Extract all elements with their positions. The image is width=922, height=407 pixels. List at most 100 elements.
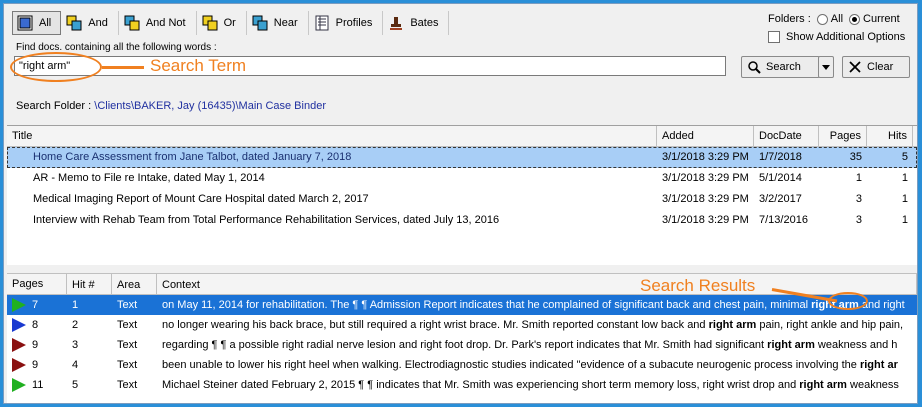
col-title[interactable]: Title: [7, 126, 657, 146]
context-pre: on May 11, 2014 for rehabilitation. The …: [162, 299, 812, 311]
search-window: All And And Not Or Near Profiles Bates F…: [3, 3, 918, 404]
context-term: right arm: [708, 319, 757, 331]
result-hit: 4: [72, 359, 79, 371]
profiles-icon: [315, 15, 329, 31]
clear-button-label: Clear: [867, 61, 894, 73]
or-button[interactable]: Or: [196, 11, 247, 35]
result-area: Text: [117, 359, 138, 371]
list-item[interactable]: 7 1 Text on May 11, 2014 for rehabilitat…: [7, 295, 917, 315]
context-pre: no longer wearing his back brace, but st…: [162, 319, 709, 331]
near-button[interactable]: Near: [246, 11, 309, 35]
or-label: Or: [223, 17, 236, 29]
all-icon: [17, 15, 33, 31]
documents-grid: Title Added DocDate Pages Hits Home Care…: [7, 125, 917, 265]
search-term-annotation: Search Term: [150, 56, 247, 75]
doc-pages: 3: [855, 214, 862, 226]
context-pre: regarding ¶ ¶ a possible right radial ne…: [162, 339, 768, 351]
result-area: Text: [117, 339, 138, 351]
doc-date: 3/2/2017: [759, 193, 802, 205]
all-button[interactable]: All: [12, 11, 62, 35]
close-icon: [849, 61, 861, 73]
context-pre: been unable to lower his right heel when…: [162, 359, 860, 371]
table-row[interactable]: Home Care Assessment from Jane Talbot, d…: [7, 147, 917, 168]
search-button[interactable]: Search: [741, 56, 820, 78]
doc-pages: 3: [855, 193, 862, 205]
col-hits[interactable]: Hits: [867, 126, 913, 146]
doc-pages: 1: [855, 172, 862, 184]
result-context: Michael Steiner dated February 2, 2015 ¶…: [157, 379, 917, 391]
result-area: Text: [117, 299, 138, 311]
hit-marker-icon: [12, 378, 26, 392]
col-added[interactable]: Added: [657, 126, 754, 146]
profiles-button[interactable]: Profiles: [308, 11, 384, 35]
result-page: 9: [32, 359, 39, 371]
folders-all-radio[interactable]: [816, 13, 828, 25]
folders-option-group: Folders : All Current: [768, 13, 900, 25]
doc-hits: 1: [901, 172, 908, 184]
bates-button[interactable]: Bates: [383, 11, 450, 35]
and-button[interactable]: And: [61, 11, 119, 35]
search-results-annotation: Search Results: [640, 276, 756, 295]
hit-marker-icon: [12, 298, 26, 312]
doc-hits: 1: [901, 193, 908, 205]
context-pre: Michael Steiner dated February 2, 2015 ¶…: [162, 379, 800, 391]
bates-label: Bates: [410, 17, 439, 29]
list-item[interactable]: 11 5 Text Michael Steiner dated February…: [7, 375, 917, 395]
additional-options-toggle[interactable]: Show Additional Options: [768, 31, 905, 43]
and-not-button[interactable]: And Not: [118, 11, 197, 35]
col-result-pages[interactable]: Pages: [7, 274, 67, 294]
search-term-highlight: [10, 52, 102, 82]
folders-current-label: Current: [863, 13, 900, 25]
context-term: right ar: [859, 359, 898, 371]
additional-options-label: Show Additional Options: [786, 31, 906, 43]
col-area[interactable]: Area: [112, 274, 157, 294]
context-term: right arm: [767, 339, 815, 351]
search-folder-path[interactable]: \Clients\BAKER, Jay (16435)\Main Case Bi…: [94, 100, 326, 112]
doc-hits: 1: [901, 214, 908, 226]
list-item[interactable]: 8 2 Text no longer wearing his back brac…: [7, 315, 917, 335]
list-item[interactable]: 9 4 Text been unable to lower his right …: [7, 355, 917, 375]
folders-all-label: All: [830, 13, 844, 25]
search-dropdown-button[interactable]: [818, 56, 834, 78]
doc-added: 3/1/2018 3:29 PM: [662, 151, 749, 163]
doc-added: 3/1/2018 3:29 PM: [662, 214, 749, 226]
doc-added: 3/1/2018 3:29 PM: [662, 172, 749, 184]
result-context: on May 11, 2014 for rehabilitation. The …: [157, 299, 917, 311]
list-item[interactable]: 9 3 Text regarding ¶ ¶ a possible right …: [7, 335, 917, 355]
folders-current-radio[interactable]: [849, 13, 861, 25]
and-not-icon: [124, 15, 140, 31]
col-context[interactable]: Context: [157, 274, 917, 294]
doc-date: 5/1/2014: [759, 172, 802, 184]
all-label: All: [39, 17, 52, 29]
result-area: Text: [117, 319, 138, 331]
context-term: right arm: [799, 379, 847, 391]
clear-button[interactable]: Clear: [842, 56, 910, 78]
result-page: 7: [32, 299, 39, 311]
hit-marker-icon: [12, 318, 26, 332]
documents-grid-header: Title Added DocDate Pages Hits: [7, 126, 917, 147]
result-area: Text: [117, 379, 138, 391]
doc-added: 3/1/2018 3:29 PM: [662, 193, 749, 205]
table-row[interactable]: AR - Memo to File re Intake, dated May 1…: [7, 168, 917, 189]
magnifier-icon: [748, 61, 761, 74]
doc-title: Medical Imaging Report of Mount Care Hos…: [33, 193, 369, 205]
and-label: And: [88, 17, 108, 29]
result-page: 8: [32, 319, 39, 331]
bates-stamp-icon: [390, 17, 403, 30]
table-row[interactable]: Interview with Rehab Team from Total Per…: [7, 210, 917, 231]
doc-title: AR - Memo to File re Intake, dated May 1…: [33, 172, 265, 184]
near-label: Near: [273, 17, 298, 29]
result-hit: 2: [72, 319, 79, 331]
near-icon: [252, 15, 268, 31]
additional-options-checkbox[interactable]: [768, 31, 780, 43]
table-row[interactable]: Medical Imaging Report of Mount Care Hos…: [7, 189, 917, 210]
col-hit-number[interactable]: Hit #: [67, 274, 112, 294]
context-post: weakness and h: [814, 339, 898, 351]
col-pages[interactable]: Pages: [819, 126, 867, 146]
result-hit: 1: [72, 299, 79, 311]
or-icon: [202, 15, 218, 31]
result-page: 11: [32, 379, 44, 391]
and-icon: [66, 15, 82, 31]
col-docdate[interactable]: DocDate: [754, 126, 819, 146]
context-post: pain, right ankle and hip pain,: [756, 319, 904, 331]
